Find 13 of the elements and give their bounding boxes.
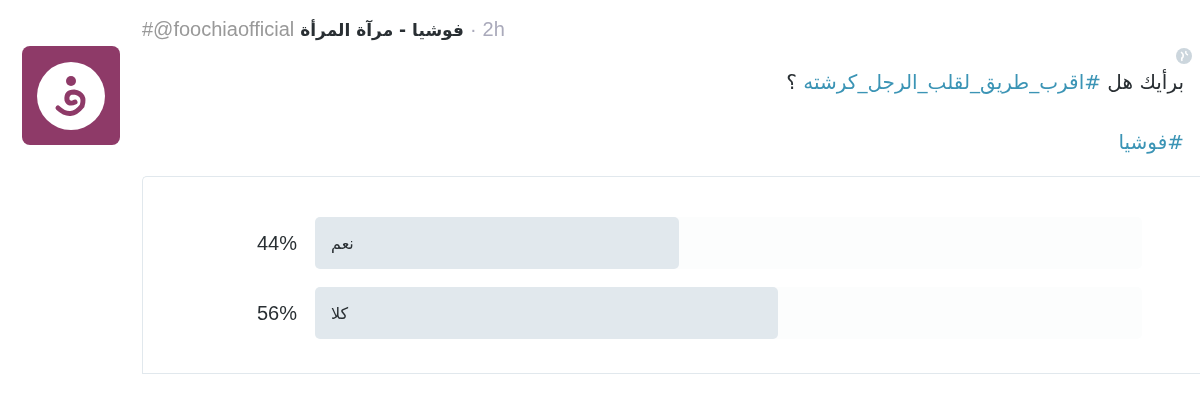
separator-dot: · [469, 18, 477, 41]
poll-option-label: نعم [331, 233, 354, 253]
user-name[interactable]: فوشيا - مرآة المرأة [300, 20, 464, 40]
hashtag-link[interactable]: #اقرب_طريق_لقلب_الرجل_كرشته [803, 70, 1101, 94]
tweet-text: برأيك هل #اقرب_طريق_لقلب_الرجل_كرشته ؟ [785, 70, 1184, 94]
user-handle[interactable]: #@foochiaofficial [142, 18, 295, 41]
hashtag-link[interactable]: #فوشيا [1118, 130, 1184, 154]
tweet-time[interactable]: 2h [482, 18, 505, 41]
avatar-logo-icon [22, 46, 120, 145]
globe-icon [1176, 48, 1192, 64]
poll-percentage: 44% [255, 231, 297, 255]
poll-percentage: 56% [255, 301, 297, 325]
poll-option-label: كلا [331, 303, 349, 323]
